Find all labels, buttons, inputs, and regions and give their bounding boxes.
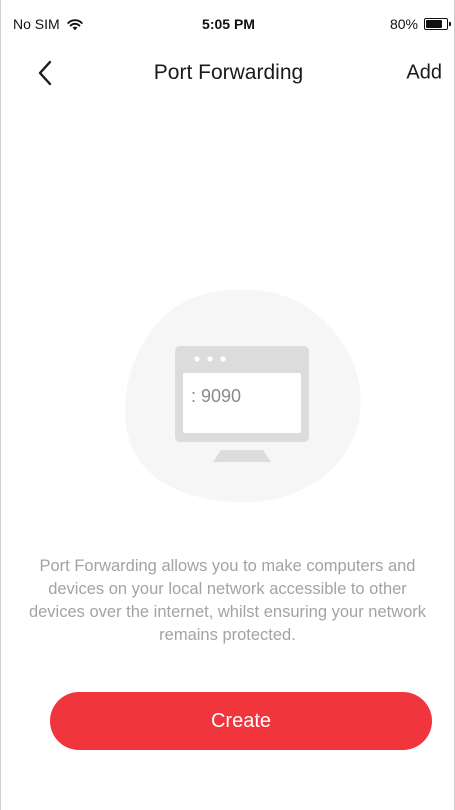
battery-icon [424, 18, 451, 30]
port-text: : 9090 [191, 386, 241, 406]
create-button[interactable]: Create [50, 692, 432, 750]
battery-fill [426, 20, 442, 28]
add-button[interactable]: Add [402, 58, 446, 89]
navigation-bar: Port Forwarding Add [1, 44, 455, 104]
back-button[interactable] [31, 58, 61, 88]
battery-percent: 80% [389, 16, 418, 32]
status-time: 5:05 PM [202, 16, 255, 32]
page-title: Port Forwarding [153, 61, 304, 84]
monitor-port-icon: : 9090 [124, 289, 361, 503]
window-dot [194, 356, 200, 362]
app-screen: No SIM 5:05 PM 80% Port Forwarding Add:… [0, 0, 455, 810]
window-dot [207, 356, 213, 362]
chevron-left-icon [38, 60, 52, 86]
battery-cap [449, 22, 451, 26]
window-dot [220, 356, 226, 362]
status-right: 80% [389, 16, 451, 32]
status-bar: No SIM 5:05 PM 80% [1, 0, 455, 34]
description-text: Port Forwarding allows you to make compu… [28, 557, 427, 644]
monitor-stand [213, 450, 271, 462]
